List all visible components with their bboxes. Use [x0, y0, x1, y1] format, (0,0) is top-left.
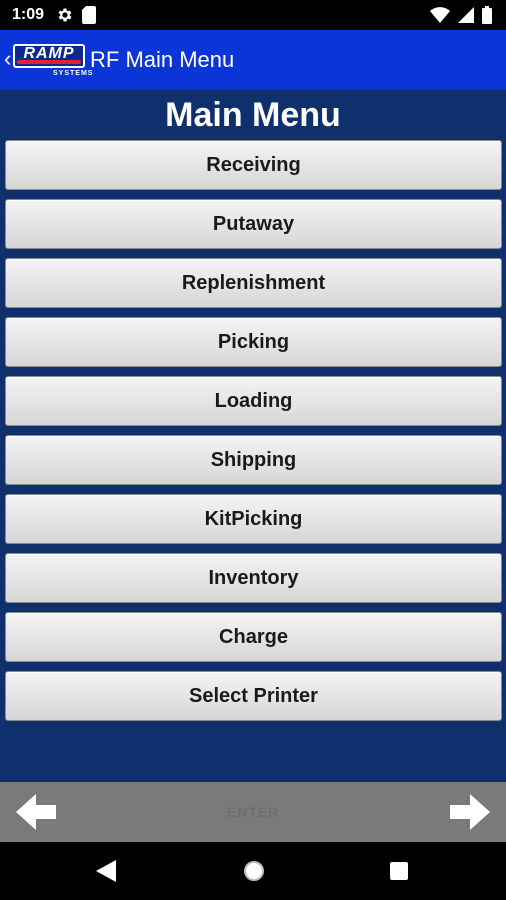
battery-icon — [482, 6, 492, 24]
home-circle-icon[interactable] — [243, 860, 265, 882]
arrow-right-icon[interactable] — [448, 792, 492, 832]
status-time: 1:09 — [12, 6, 45, 23]
receiving-button[interactable]: Receiving — [5, 140, 502, 190]
main-panel: Main Menu Receiving Putaway Replenishmen… — [0, 90, 506, 782]
loading-button[interactable]: Loading — [5, 376, 502, 426]
select-printer-button[interactable]: Select Printer — [5, 671, 502, 721]
kitpicking-button[interactable]: KitPicking — [5, 494, 502, 544]
status-bar: 1:09 — [0, 0, 506, 30]
back-chevron-icon[interactable]: ‹ — [4, 48, 11, 70]
page-title: Main Menu — [165, 96, 341, 134]
main-menu-list: Receiving Putaway Replenishment Picking … — [5, 140, 502, 730]
header-title: RF Main Menu — [90, 47, 235, 72]
replenishment-button[interactable]: Replenishment — [5, 258, 502, 308]
recents-square-icon[interactable] — [390, 862, 408, 880]
back-triangle-icon[interactable] — [96, 860, 116, 882]
enter-button[interactable]: ENTER — [0, 804, 506, 820]
system-nav-bar — [0, 842, 506, 900]
logo-subtext: SYSTEMS — [53, 70, 94, 77]
wifi-icon — [430, 7, 450, 23]
shipping-button[interactable]: Shipping — [5, 435, 502, 485]
logo-text: RAMP — [23, 45, 75, 62]
picking-button[interactable]: Picking — [5, 317, 502, 367]
charge-button[interactable]: Charge — [5, 612, 502, 662]
ramp-logo: RAMP SYSTEMS — [13, 44, 92, 80]
footer-bar: ENTER — [0, 782, 506, 842]
signal-icon — [458, 7, 474, 23]
status-left-icons — [56, 6, 96, 24]
sd-card-icon — [82, 6, 96, 24]
app-header: ‹ RAMP SYSTEMS RF Main Menu — [0, 30, 506, 90]
putaway-button[interactable]: Putaway — [5, 199, 502, 249]
status-right-icons — [430, 6, 492, 24]
inventory-button[interactable]: Inventory — [5, 553, 502, 603]
settings-gear-icon — [58, 8, 72, 22]
